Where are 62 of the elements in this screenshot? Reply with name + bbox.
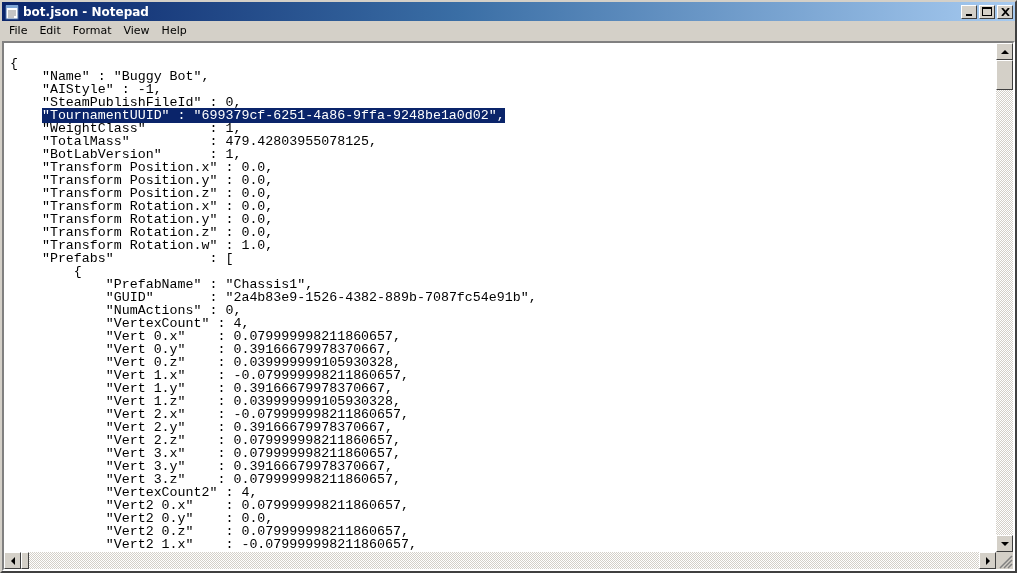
scroll-up-button[interactable]	[996, 43, 1013, 60]
menu-item[interactable]: Edit	[33, 24, 67, 37]
code-line: "BotLabVersion" : 1,	[41, 147, 242, 162]
code-line: "Transform Position.z" : 0.0,	[41, 186, 274, 201]
code-line: "WeightClass" : 1,	[41, 121, 242, 136]
code-line: "Vert 0.x" : 0.079999998211860657,	[105, 329, 401, 344]
code-line: "TotalMass" : 479.42803955078125,	[41, 134, 378, 149]
code-line: "Transform Rotation.y" : 0.0,	[41, 212, 274, 227]
code-line: "Vert 3.x" : 0.079999998211860657,	[105, 446, 401, 461]
menu-item[interactable]: Format	[66, 24, 118, 37]
code-line: "Name" : "Buggy Bot",	[41, 69, 210, 84]
code-line: "Vert 3.z" : 0.079999998211860657,	[105, 472, 401, 487]
code-line: "Transform Rotation.z" : 0.0,	[41, 225, 274, 240]
code-line: "Vert 1.z" : 0.039999999105930328,	[105, 394, 401, 409]
scroll-right-button[interactable]	[979, 552, 996, 569]
minimize-icon	[966, 13, 972, 16]
code-line: "VertexCount2" : 4,	[105, 485, 258, 500]
scroll-thumb[interactable]	[996, 60, 1013, 90]
code-line: "Vert 2.x" : -0.079999998211860657,	[105, 407, 409, 422]
code-line: "Vert 1.x" : -0.079999998211860657,	[105, 368, 409, 383]
down-arrow-icon	[1000, 541, 1009, 546]
vertical-scrollbar[interactable]	[996, 43, 1013, 552]
scroll-left-button[interactable]	[4, 552, 21, 569]
code-line: {	[10, 56, 18, 71]
window-title: bot.json - Notepad	[23, 4, 150, 19]
code-line: "Transform Position.x" : 0.0,	[41, 160, 274, 175]
scroll-thumb[interactable]	[21, 552, 29, 569]
code-line: "PrefabName" : "Chassis1",	[105, 277, 314, 292]
code-line: "Vert 2.y" : 0.39166679978370667,	[105, 420, 394, 435]
code-line: "NumActions" : 0,	[105, 303, 242, 318]
notepad-icon	[4, 3, 20, 20]
maximize-button[interactable]	[979, 4, 995, 19]
right-arrow-icon	[985, 556, 990, 565]
code-line: "Transform Rotation.w" : 1.0,	[41, 238, 274, 253]
code-line: "Vert 0.z" : 0.039999999105930328,	[105, 355, 401, 370]
code-line: "Vert2 0.y" : 0.0,	[105, 511, 274, 526]
code-line: "Transform Position.y" : 0.0,	[41, 173, 274, 188]
code-line: "Transform Rotation.x" : 0.0,	[41, 199, 274, 214]
scroll-down-button[interactable]	[996, 535, 1013, 552]
code-line: "Vert 1.y" : 0.39166679978370667,	[105, 381, 394, 396]
code-line: "Prefabs" : [	[41, 251, 234, 266]
menu-item[interactable]: File	[3, 24, 34, 37]
code-line: {	[73, 264, 82, 279]
code-line: "GUID" : "2a4b83e9-1526-4382-889b-7087fc54e91b",	[105, 290, 537, 305]
code-line: "SteamPublishFileId" : 0,	[41, 95, 242, 110]
horizontal-scrollbar[interactable]	[4, 552, 996, 569]
code-line: "Vert 3.y" : 0.39166679978370667,	[105, 459, 394, 474]
close-icon	[1000, 7, 1010, 16]
maximize-icon	[982, 7, 992, 16]
left-arrow-icon	[10, 556, 15, 565]
code-line: "Vert2 1.x" : -0.079999998211860657,	[105, 537, 417, 552]
code-line: "Vert2 0.z" : 0.079999998211860657,	[105, 524, 409, 539]
menu-item[interactable]: Help	[155, 24, 193, 37]
close-button[interactable]	[997, 4, 1013, 19]
code-line: "Vert2 0.x" : 0.079999998211860657,	[105, 498, 409, 513]
minimize-button[interactable]	[961, 4, 977, 19]
code-line: "AIStyle" : -1,	[41, 82, 162, 97]
menu-item[interactable]: View	[117, 24, 156, 37]
up-arrow-icon	[1000, 49, 1009, 54]
code-line: "Vert 2.z" : 0.079999998211860657,	[105, 433, 401, 448]
code-line: "VertexCount" : 4,	[105, 316, 250, 331]
code-line: "Vert 0.y" : 0.39166679978370667,	[105, 342, 394, 357]
